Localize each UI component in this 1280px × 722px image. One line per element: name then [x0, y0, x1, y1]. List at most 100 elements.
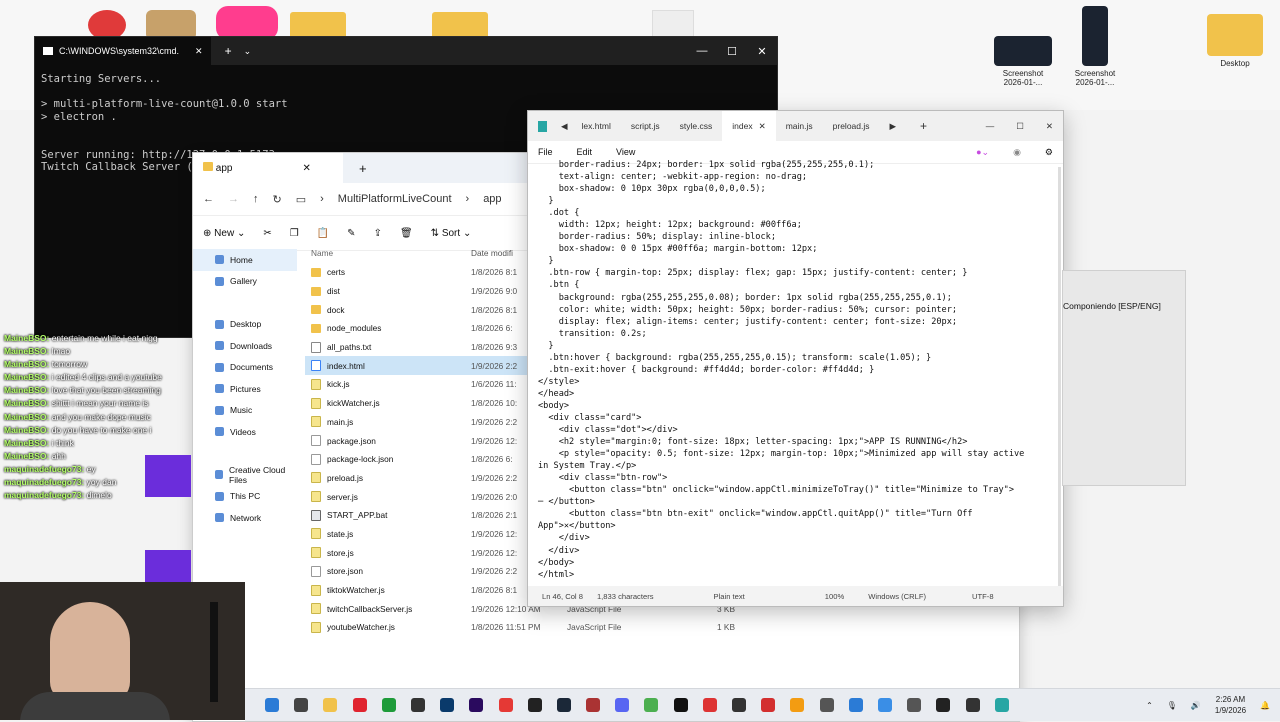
- notepad-tab[interactable]: index ✕: [722, 111, 776, 141]
- speaker-icon[interactable]: 🔊: [1191, 701, 1201, 710]
- new-tab-icon[interactable]: +: [225, 44, 232, 58]
- refresh-icon[interactable]: ↻: [273, 193, 282, 206]
- xbox-icon[interactable]: [381, 698, 396, 712]
- close-tab-icon[interactable]: ✕: [759, 121, 766, 132]
- code-line: in System Tray.</p>: [538, 461, 637, 472]
- app4-icon[interactable]: [819, 698, 834, 712]
- edge-icon[interactable]: [265, 698, 279, 712]
- app2-icon[interactable]: [702, 698, 717, 712]
- desktop-screenshot-icon[interactable]: Screenshot 2026-01-...: [1066, 6, 1124, 87]
- chat-text: entertain me while i eat nigg: [49, 333, 158, 343]
- file-name: server.js: [327, 491, 358, 502]
- desktop-folder-icon[interactable]: Desktop: [1206, 14, 1264, 68]
- cut-icon[interactable]: ✂: [263, 228, 271, 239]
- premiere-icon[interactable]: [469, 698, 484, 712]
- copilot-icon[interactable]: ●⌄: [976, 147, 989, 158]
- opera-icon[interactable]: [352, 698, 367, 712]
- microphone-icon[interactable]: 🎙: [1167, 701, 1177, 710]
- rename-icon[interactable]: ✎: [347, 228, 355, 239]
- sort-button[interactable]: ⇅ Sort ⌄: [431, 228, 472, 239]
- tools-icon[interactable]: [907, 698, 922, 712]
- obs2-icon[interactable]: [965, 698, 980, 712]
- cmd-tab[interactable]: C:\WINDOWS\system32\cmd. ✕: [35, 37, 211, 65]
- photoshop-icon[interactable]: [440, 698, 455, 712]
- close-icon[interactable]: ✕: [747, 45, 777, 58]
- sidebar-item[interactable]: Gallery: [193, 271, 297, 293]
- edge2-icon[interactable]: [848, 698, 863, 712]
- notepad-tab[interactable]: preload.js: [823, 111, 880, 141]
- breadcrumb-item[interactable]: MultiPlatformLiveCount: [338, 193, 452, 205]
- chrome-icon[interactable]: [644, 698, 659, 712]
- notepad-tab[interactable]: script.js: [621, 111, 670, 141]
- menu-edit[interactable]: Edit: [577, 147, 593, 157]
- menu-file[interactable]: File: [538, 147, 553, 157]
- notepad-tab[interactable]: lex.html: [572, 111, 621, 141]
- sketch-icon[interactable]: [790, 698, 805, 712]
- breadcrumb-item[interactable]: app: [483, 193, 501, 205]
- copy-icon[interactable]: ❐: [290, 228, 299, 239]
- steam-icon[interactable]: [556, 698, 571, 712]
- terminal-icon[interactable]: [936, 698, 951, 712]
- close-tab-icon[interactable]: ✕: [302, 163, 310, 174]
- notepad-tab[interactable]: style.css: [670, 111, 723, 141]
- share-icon[interactable]: ⇪: [374, 228, 382, 239]
- chat-text: lmao: [49, 346, 71, 357]
- new-tab-icon[interactable]: +: [359, 161, 367, 176]
- webcam-shirt: [20, 692, 170, 720]
- file-name: package.json: [327, 435, 376, 446]
- paste-icon[interactable]: 📋: [317, 228, 329, 239]
- maximize-icon[interactable]: ☐: [717, 45, 747, 58]
- file-row[interactable]: youtubeWatcher.js 1/8/2026 11:51 PM JavaSc…: [305, 618, 1005, 637]
- chat-username: MaineBSO:: [4, 385, 50, 396]
- file-name: dist: [327, 286, 340, 297]
- notepad-window[interactable]: ◀ lex.html script.js style.css index ✕ main.j…: [527, 110, 1064, 607]
- status-position: Ln 46, Col 8: [542, 591, 583, 601]
- chevron-down-icon[interactable]: ⌄: [244, 46, 252, 57]
- close-icon[interactable]: ✕: [1046, 121, 1053, 132]
- back-icon[interactable]: ←: [203, 193, 214, 205]
- notepad-editor[interactable]: border-radius: 24px; border: 1px solid r…: [538, 159, 1050, 581]
- new-tab-icon[interactable]: +: [920, 119, 927, 133]
- close-tab-icon[interactable]: ✕: [195, 46, 203, 57]
- clock[interactable]: 2:26 AM 1/9/2026: [1215, 694, 1246, 716]
- forward-icon[interactable]: →: [228, 193, 239, 205]
- menu-view[interactable]: View: [616, 147, 635, 157]
- scroll-right-icon[interactable]: ▶: [890, 121, 897, 132]
- maximize-icon[interactable]: ☐: [1016, 121, 1024, 132]
- desktop-screenshot-icon[interactable]: Screenshot 2026-01-...: [994, 36, 1052, 87]
- notepad-tab-label: style.css: [679, 121, 713, 131]
- scrollbar[interactable]: [1058, 167, 1061, 587]
- app-icon[interactable]: [410, 698, 425, 712]
- column-name[interactable]: Name: [305, 248, 471, 258]
- folder-icon[interactable]: [323, 698, 338, 712]
- file-name-cell: main.js: [305, 416, 471, 428]
- settings-icon[interactable]: ⚙: [1045, 147, 1053, 158]
- up-icon[interactable]: ↑: [253, 193, 259, 205]
- notification-bell-icon[interactable]: 🔔: [1260, 701, 1270, 710]
- profile-icon[interactable]: ◉: [1013, 147, 1021, 158]
- obs-icon[interactable]: [732, 698, 746, 712]
- media-icon[interactable]: [498, 698, 513, 712]
- photos-icon[interactable]: [877, 698, 892, 712]
- chat-message: maquinadefuego73: yoy dan: [0, 476, 245, 489]
- delete-icon[interactable]: 🗑: [400, 228, 413, 239]
- tiktok-icon[interactable]: [673, 698, 688, 712]
- files-icon[interactable]: [294, 698, 309, 712]
- file-name-cell: dock: [305, 305, 471, 315]
- file-name-cell: package-lock.json: [305, 453, 471, 465]
- epic-icon[interactable]: [527, 698, 542, 712]
- chevron-up-icon[interactable]: ⌃: [1146, 701, 1153, 710]
- sidebar-item[interactable]: Home: [193, 249, 297, 271]
- notepad-icon[interactable]: [994, 698, 1009, 712]
- new-button[interactable]: ⊕ New ⌄: [203, 228, 245, 239]
- scroll-left-icon[interactable]: ◀: [561, 121, 568, 132]
- js-file-icon: [311, 547, 321, 559]
- notepad-tab[interactable]: main.js: [776, 111, 823, 141]
- minimize-icon[interactable]: —: [687, 45, 717, 58]
- explorer-tab[interactable]: app ✕: [193, 153, 343, 183]
- app3-icon[interactable]: [761, 698, 776, 712]
- desktop-app-icon[interactable]: [216, 6, 278, 40]
- discord-icon[interactable]: [615, 698, 630, 712]
- minimize-icon[interactable]: —: [986, 121, 995, 132]
- deezer-icon[interactable]: [586, 698, 601, 712]
